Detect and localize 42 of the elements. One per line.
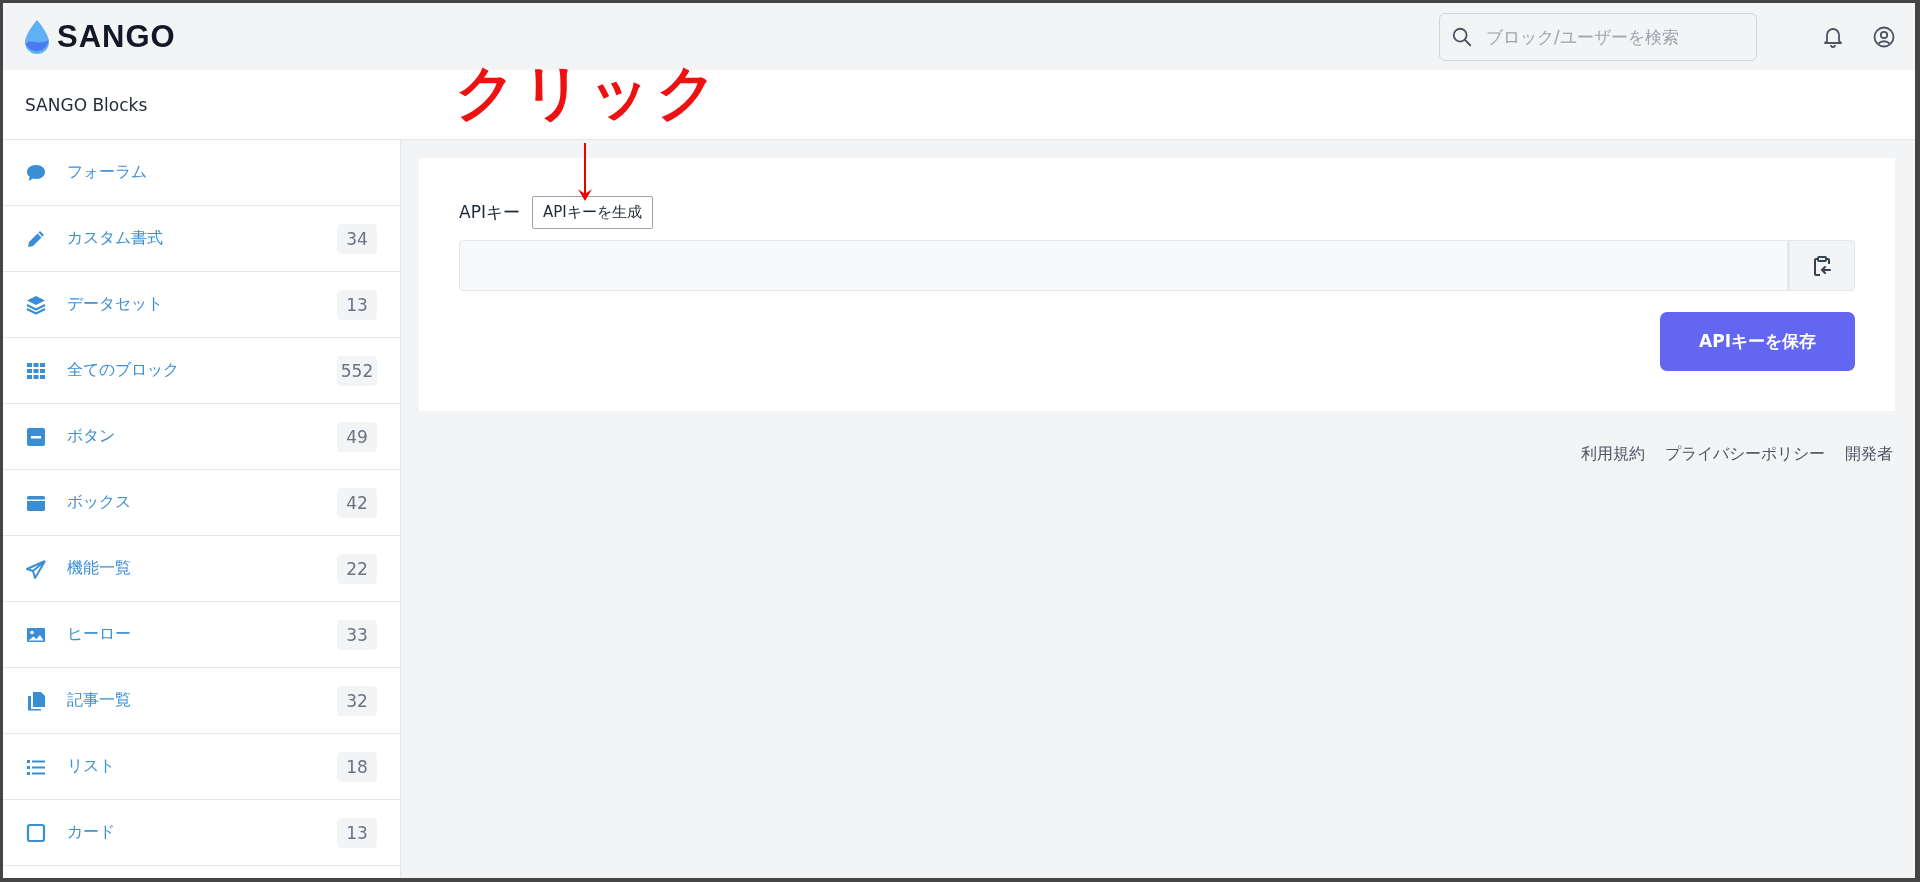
- count-badge: 13: [337, 289, 377, 320]
- search-field[interactable]: ブロック/ユーザーを検索: [1439, 12, 1757, 61]
- count-badge: 49: [337, 421, 377, 452]
- sidebar-item[interactable]: フォーラム: [3, 140, 400, 206]
- count-badge: 42: [337, 487, 377, 518]
- sidebar-item[interactable]: 記事一覧 32: [3, 668, 400, 734]
- count-badge: 18: [337, 751, 377, 782]
- sidebar-item[interactable]: 全てのブロック 552: [3, 338, 400, 404]
- bell-icon[interactable]: [1823, 25, 1843, 48]
- paste-button[interactable]: [1788, 240, 1855, 291]
- logo-drop-icon: [25, 19, 49, 54]
- footer-link[interactable]: 開発者: [1845, 444, 1893, 465]
- save-key-button[interactable]: APIキーを保存: [1660, 312, 1855, 371]
- sidebar-item[interactable]: カード 13: [3, 800, 400, 866]
- annotation-arrow: [577, 143, 593, 203]
- clipboard-icon: [1812, 254, 1832, 277]
- sidebar-item[interactable]: ヒーロー 33: [3, 602, 400, 668]
- count-badge: 32: [337, 685, 377, 716]
- sidebar-item[interactable]: データセット 13: [3, 272, 400, 338]
- user-icon[interactable]: [1873, 25, 1895, 48]
- documents-icon: [25, 689, 47, 712]
- count-badge: 22: [337, 553, 377, 584]
- footer-link[interactable]: プライバシーポリシー: [1665, 444, 1825, 465]
- sidebar-item[interactable]: ボタン 49: [3, 404, 400, 470]
- sidebar-item[interactable]: リスト 18: [3, 734, 400, 800]
- field-label: APIキー: [459, 201, 520, 224]
- sidebar-item[interactable]: カスタム書式 34: [3, 206, 400, 272]
- generate-key-button[interactable]: APIキーを生成: [531, 196, 653, 229]
- site-title: SANGO Blocks: [25, 94, 148, 115]
- annotation-text: クリック: [455, 57, 723, 127]
- count-badge: 13: [337, 817, 377, 848]
- logo-text: SANGO: [57, 18, 176, 55]
- sidebar-item[interactable]: 機能一覧 22: [3, 536, 400, 602]
- count-badge: 552: [337, 355, 377, 386]
- paper-plane-icon: [25, 557, 47, 580]
- square-icon: [25, 821, 47, 844]
- count-badge: 34: [337, 223, 377, 254]
- layers-icon: [25, 293, 47, 316]
- minus-square-icon: [25, 425, 47, 448]
- sidebar-item[interactable]: ボックス 42: [3, 470, 400, 536]
- footer-link[interactable]: 利用規約: [1581, 444, 1645, 465]
- count-badge: 33: [337, 619, 377, 650]
